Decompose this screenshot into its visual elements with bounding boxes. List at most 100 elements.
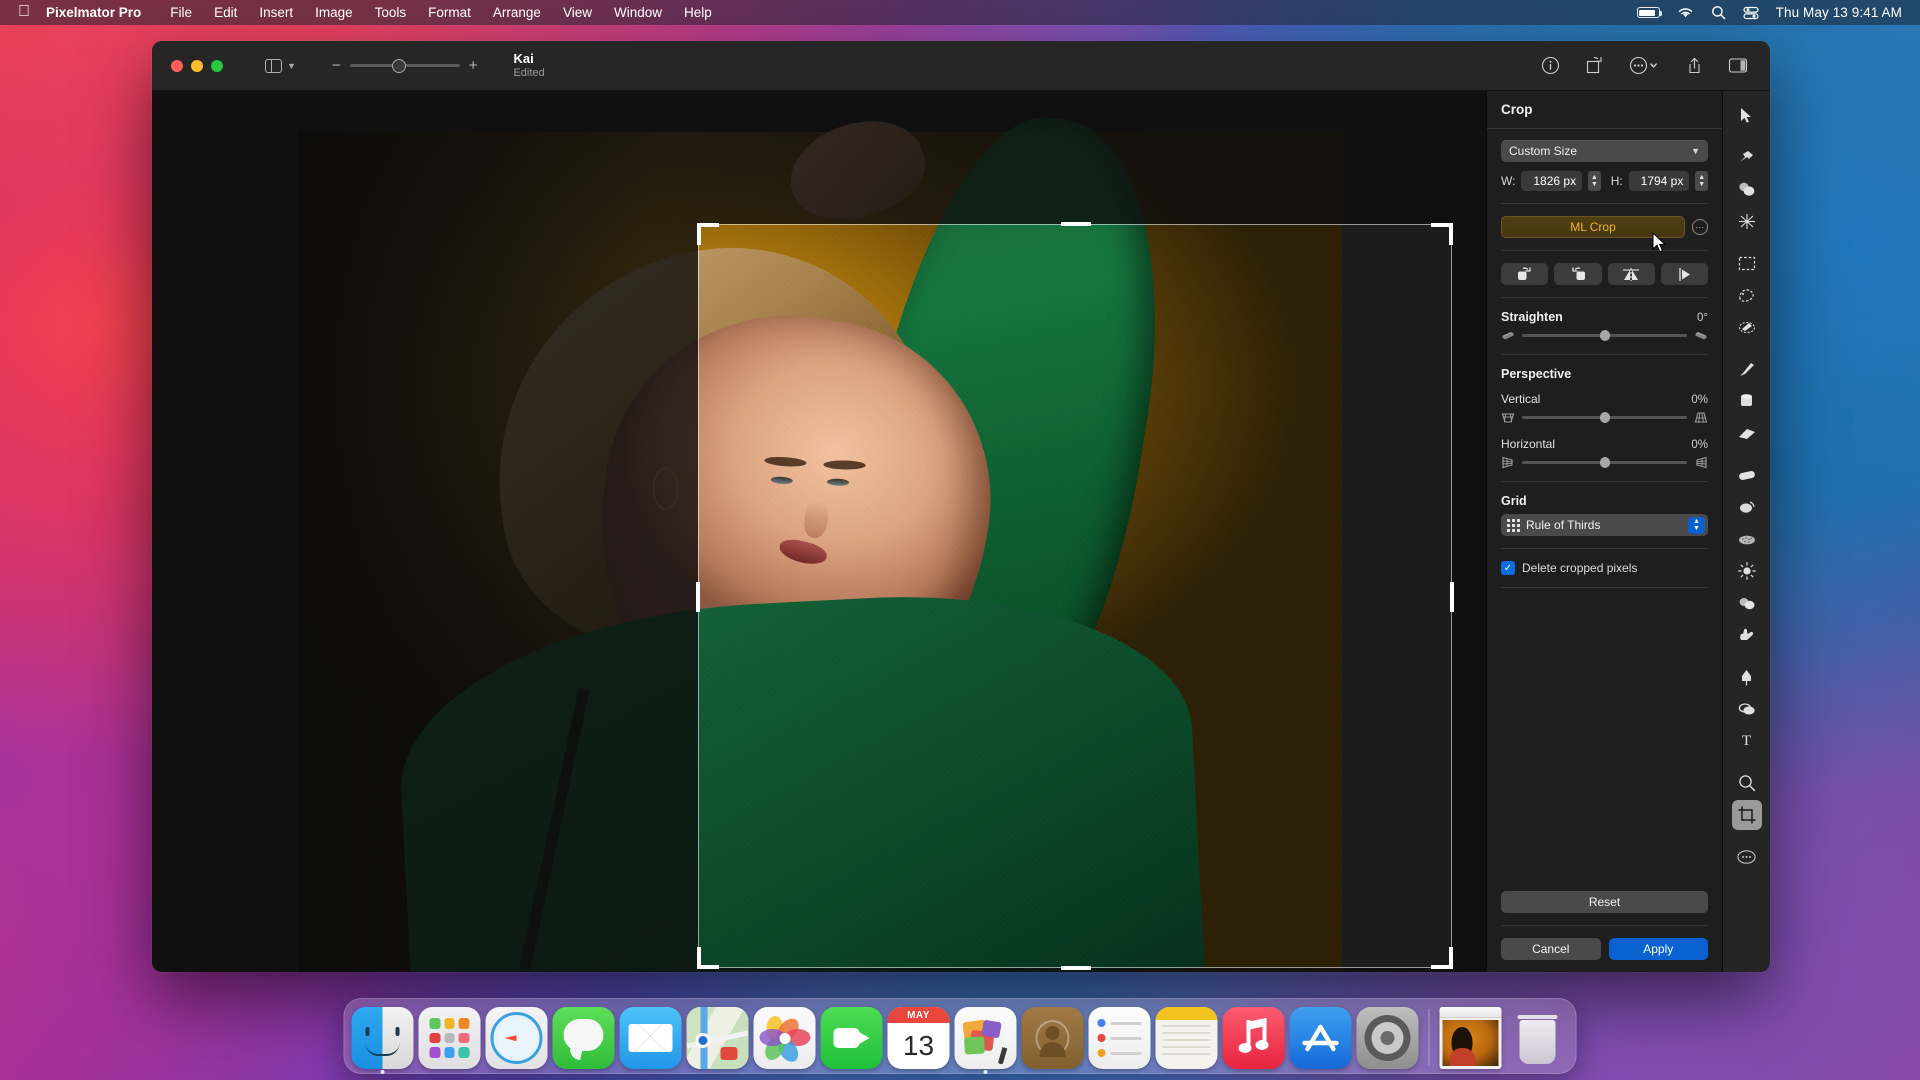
height-input[interactable]: 1794 px xyxy=(1628,171,1690,191)
perspective-horizontal-slider-knob[interactable] xyxy=(1599,457,1610,468)
apply-button[interactable]: Apply xyxy=(1608,938,1708,960)
transform-icon[interactable] xyxy=(1584,56,1604,76)
menu-bar-clock[interactable]: Thu May 13 9:41 AM xyxy=(1776,5,1902,20)
zoom-in-label[interactable]: + xyxy=(469,57,478,74)
finder-icon[interactable] xyxy=(351,1007,414,1069)
menu-help[interactable]: Help xyxy=(673,5,723,20)
straighten-slider-knob[interactable] xyxy=(1599,330,1610,341)
crop-handle-right-center[interactable] xyxy=(1450,582,1454,612)
sidebar-toggle-button[interactable]: ▼ xyxy=(265,58,296,73)
search-icon[interactable] xyxy=(1711,5,1726,20)
menu-tools[interactable]: Tools xyxy=(364,5,418,20)
tool-clone[interactable] xyxy=(1732,174,1762,204)
dock-item-system-preferences[interactable] xyxy=(1356,1007,1419,1069)
trash-icon[interactable] xyxy=(1507,1007,1569,1069)
crop-handle-bottom-right-v[interactable] xyxy=(1449,947,1453,969)
tool-freeform-select[interactable] xyxy=(1732,280,1762,310)
crop-preset-popup[interactable]: Custom Size ▼ xyxy=(1501,140,1708,162)
menu-view[interactable]: View xyxy=(552,5,603,20)
dock-item-messages[interactable] xyxy=(552,1007,615,1069)
rotate-right-button[interactable] xyxy=(1501,263,1549,285)
perspective-horizontal-slider-row[interactable] xyxy=(1501,456,1708,469)
minimize-button[interactable] xyxy=(191,59,203,72)
flip-horizontal-button[interactable] xyxy=(1660,263,1708,285)
grid-style-popup[interactable]: Rule of Thirds ▲ ▼ xyxy=(1501,514,1708,536)
more-options-icon[interactable] xyxy=(1628,56,1660,76)
system-preferences-icon[interactable] xyxy=(1356,1007,1419,1069)
tool-pen[interactable] xyxy=(1732,662,1762,692)
zoom-out-label[interactable]: − xyxy=(332,57,341,74)
contacts-icon[interactable] xyxy=(1021,1007,1084,1069)
menu-format[interactable]: Format xyxy=(417,5,482,20)
dock-item-launchpad[interactable] xyxy=(418,1007,481,1069)
tool-rectangular-select[interactable] xyxy=(1732,248,1762,278)
more-tools-button[interactable] xyxy=(1732,842,1762,872)
crop-handle-left-center[interactable] xyxy=(696,582,700,612)
tool-repair-brush[interactable] xyxy=(1732,460,1762,490)
dock-item-reminders[interactable] xyxy=(1088,1007,1151,1069)
rotate-left-button[interactable] xyxy=(1554,263,1602,285)
tool-arrange[interactable] xyxy=(1732,100,1762,130)
right-panel-toggle-icon[interactable] xyxy=(1728,56,1748,76)
delete-cropped-pixels-checkbox[interactable]: ✓ xyxy=(1501,561,1515,575)
wifi-icon[interactable] xyxy=(1677,6,1694,19)
perspective-vertical-slider-knob[interactable] xyxy=(1599,412,1610,423)
dock-item-minimized-window[interactable] xyxy=(1439,1007,1502,1069)
canvas-area[interactable] xyxy=(152,91,1486,972)
perspective-horizontal-slider-track[interactable] xyxy=(1522,457,1687,468)
close-button[interactable] xyxy=(171,59,183,72)
photos-icon[interactable] xyxy=(753,1007,816,1069)
dock-item-contacts[interactable] xyxy=(1021,1007,1084,1069)
tool-paint-bucket[interactable] xyxy=(1732,386,1762,416)
app-store-icon[interactable] xyxy=(1289,1007,1352,1069)
document-title-block[interactable]: Kai Edited xyxy=(513,52,544,79)
menu-window[interactable]: Window xyxy=(603,5,673,20)
tool-type[interactable]: T xyxy=(1732,726,1762,756)
menu-image[interactable]: Image xyxy=(304,5,364,20)
crop-handle-top-center[interactable] xyxy=(1061,222,1091,226)
crop-handle-top-left-v[interactable] xyxy=(697,223,701,245)
music-icon[interactable] xyxy=(1222,1007,1285,1069)
share-icon[interactable] xyxy=(1684,56,1704,76)
dock-item-notes[interactable] xyxy=(1155,1007,1218,1069)
dock-item-trash[interactable] xyxy=(1507,1007,1569,1069)
info-icon[interactable] xyxy=(1540,56,1560,76)
dock-item-facetime[interactable] xyxy=(820,1007,883,1069)
menu-arrange[interactable]: Arrange xyxy=(482,5,552,20)
tool-blur[interactable] xyxy=(1732,588,1762,618)
ellipsis-circle-icon[interactable]: ⋯ xyxy=(1692,219,1708,235)
straighten-slider-track[interactable] xyxy=(1522,330,1687,341)
zoom-slider-track[interactable] xyxy=(349,58,460,73)
apple-logo-icon[interactable]:  xyxy=(0,3,46,20)
tool-shape[interactable] xyxy=(1732,694,1762,724)
zoom-button[interactable] xyxy=(211,59,223,72)
notes-icon[interactable] xyxy=(1155,1007,1218,1069)
height-stepper[interactable]: ▲ ▼ xyxy=(1695,171,1708,191)
launchpad-icon[interactable] xyxy=(418,1007,481,1069)
width-stepper[interactable]: ▲ ▼ xyxy=(1588,171,1601,191)
facetime-icon[interactable] xyxy=(820,1007,883,1069)
dock-item-music[interactable] xyxy=(1222,1007,1285,1069)
control-center-icon[interactable] xyxy=(1743,6,1759,20)
crop-handle-bottom-center[interactable] xyxy=(1061,966,1091,970)
minimized-kai-window-icon[interactable] xyxy=(1439,1007,1502,1069)
dock-item-calendar[interactable]: MAY 13 xyxy=(887,1007,950,1069)
width-input[interactable]: 1826 px xyxy=(1521,171,1583,191)
dock-item-pixelmator-pro[interactable] xyxy=(954,1007,1017,1074)
cancel-button[interactable]: Cancel xyxy=(1501,938,1601,960)
tool-zoom[interactable] xyxy=(1732,768,1762,798)
maps-icon[interactable] xyxy=(686,1007,749,1069)
dock-item-mail[interactable] xyxy=(619,1007,682,1069)
zoom-slider-control[interactable]: − + xyxy=(332,57,478,74)
menu-file[interactable]: File xyxy=(159,5,203,20)
crop-handle-top-right-v[interactable] xyxy=(1449,223,1453,245)
tool-repair[interactable] xyxy=(1732,142,1762,172)
tool-sponge[interactable] xyxy=(1732,524,1762,554)
menu-edit[interactable]: Edit xyxy=(203,5,248,20)
crop-handle-bottom-left-v[interactable] xyxy=(697,947,701,969)
zoom-slider-knob[interactable] xyxy=(391,58,406,73)
perspective-vertical-slider-row[interactable] xyxy=(1501,411,1708,424)
menu-insert[interactable]: Insert xyxy=(248,5,304,20)
tool-eraser[interactable] xyxy=(1732,418,1762,448)
grid-style-stepper-icon[interactable]: ▲ ▼ xyxy=(1688,516,1705,534)
